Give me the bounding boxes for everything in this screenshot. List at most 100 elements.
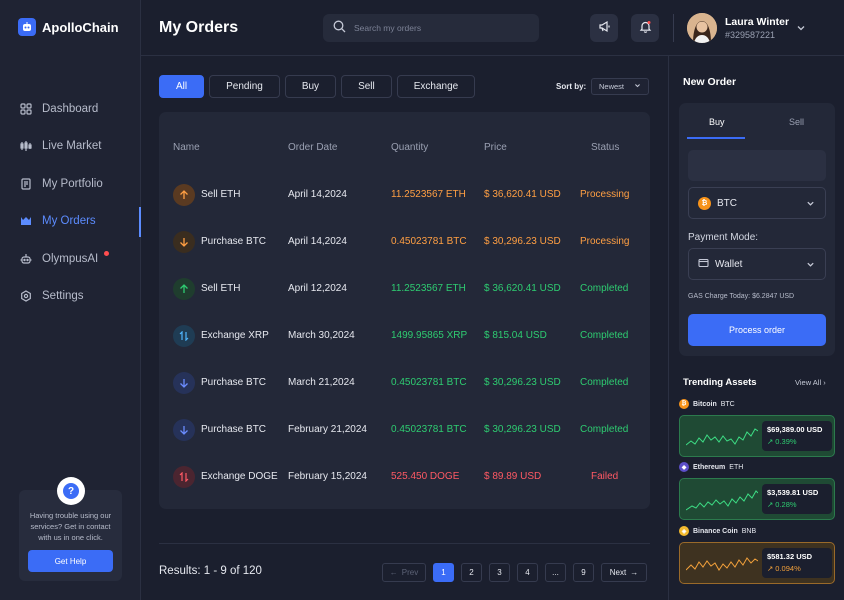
search-bar[interactable] [323,14,539,42]
app-name: ApolloChain [42,19,119,35]
page-button[interactable]: 2 [461,563,482,582]
next-page-button[interactable]: Next → [601,563,647,582]
process-order-button[interactable]: Process order [688,314,826,346]
order-status: Completed [580,424,629,435]
help-badge: ? [57,477,85,505]
arrow-down-icon [173,230,195,253]
sidebar-item-label: Settings [42,290,84,303]
column-header-date: Order Date [288,142,338,153]
filter-sell[interactable]: Sell [341,75,392,98]
prev-label: Prev [401,568,419,577]
asset-ticker: ETH [729,463,744,471]
order-date: April 12,2024 [288,283,347,294]
filter-pending[interactable]: Pending [209,75,280,98]
asset-card-bitcoin[interactable]: $69,389.00 USD ↗ 0.39% [679,415,835,457]
asset-ticker: BTC [720,400,735,408]
order-date: April 14,2024 [288,236,347,247]
view-all-link[interactable]: View All › [795,378,826,387]
order-name: Purchase BTC [201,377,267,388]
orders-main: All Pending Buy Sell Exchange Sort by: N… [141,56,668,600]
order-date: February 21,2024 [288,424,367,435]
payment-mode-select[interactable]: Wallet [688,248,826,280]
order-quantity: 0.45023781 BTC [391,424,467,435]
coin-select[interactable]: ₿ BTC [688,187,826,219]
table-row[interactable]: Purchase BTC April 14,2024 0.45023781 BT… [159,218,650,265]
sidebar-item-portfolio[interactable]: My Portfolio [0,165,141,203]
top-bar: My Orders Laura Winter #329587221 [141,0,844,56]
order-date: April 14,2024 [288,189,347,200]
sparkline [686,490,758,511]
robot-icon [20,253,32,265]
column-header-quantity: Quantity [391,142,429,153]
asset-change-value: 0.39% [775,437,797,446]
page-button[interactable]: 3 [489,563,510,582]
order-name: Purchase BTC [201,424,267,435]
orders-icon [20,215,32,227]
arrow-down-icon [173,418,195,441]
table-row[interactable]: Exchange DOGE February 15,2024 525.450 D… [159,453,650,500]
divider [159,543,650,544]
page-button[interactable]: 4 [517,563,538,582]
sidebar-item-label: Live Market [42,140,102,153]
order-name: Sell ETH [201,189,241,200]
filter-buy[interactable]: Buy [284,75,337,98]
pagination: ← Prev 1 2 3 4 ... 9 Next → [382,563,647,582]
table-row[interactable]: Sell ETH April 12,2024 11.2523567 ETH $ … [159,265,650,312]
chevron-down-icon[interactable] [796,23,806,36]
asset-name: Ethereum [693,463,726,471]
page-button[interactable]: 1 [433,563,454,582]
asset-price-box: $581.32 USD ↗ 0.094% [762,548,832,578]
order-quantity: 525.450 DOGE [391,471,460,482]
view-all-label: View All [795,378,822,387]
column-header-name: Name [173,142,200,153]
sidebar-item-dashboard[interactable]: Dashboard [0,90,141,128]
bell-icon [639,20,652,36]
sidebar-item-olympusai[interactable]: OlympusAI [0,240,141,278]
arrow-up-icon [173,277,195,300]
sidebar-item-live-market[interactable]: Live Market [0,128,141,166]
sidebar-item-my-orders[interactable]: My Orders [0,203,141,241]
ethereum-icon: ◆ [679,462,689,472]
order-price: $ 36,620.41 USD [484,283,561,294]
asset-label-binance: ◈ Binance Coin BNB [679,526,756,536]
order-status: Processing [580,189,630,200]
right-panel: New Order Buy Sell ₿ BTC Payment Mode: W… [668,56,844,600]
avatar[interactable] [687,13,717,43]
amount-input[interactable] [688,150,826,181]
sidebar-item-label: My Orders [42,215,96,228]
prev-page-button[interactable]: ← Prev [382,563,426,582]
dashboard-icon [20,103,32,115]
arrow-down-icon [173,371,195,394]
order-quantity: 1499.95865 XRP [391,330,468,341]
app-logo[interactable]: ApolloChain [18,18,119,36]
table-row[interactable]: Sell ETH April 14,2024 11.2523567 ETH $ … [159,171,650,218]
header-divider [673,14,674,42]
exchange-icon [173,465,195,488]
asset-price-box: $3,539.81 USD ↗ 0.28% [762,484,832,514]
announcement-button[interactable] [590,14,618,42]
sort-select[interactable]: Newest [591,78,649,95]
trend-up-icon: ↗ [767,500,774,509]
order-status: Completed [580,330,629,341]
help-text: Having trouble using our services? Get i… [29,511,112,542]
order-name: Purchase BTC [201,236,267,247]
search-input[interactable] [354,23,524,33]
table-row[interactable]: Exchange XRP March 30,2024 1499.95865 XR… [159,312,650,359]
page-button[interactable]: 9 [573,563,594,582]
user-name[interactable]: Laura Winter [725,16,789,28]
sidebar-item-settings[interactable]: Settings [0,278,141,316]
tab-buy[interactable]: Buy [709,117,725,127]
asset-change-value: 0.094% [775,564,801,573]
notifications-button[interactable] [631,14,659,42]
order-name-cell: Purchase BTC [173,218,266,265]
table-row[interactable]: Purchase BTC February 21,2024 0.45023781… [159,406,650,453]
tab-sell[interactable]: Sell [789,117,804,127]
get-help-button[interactable]: Get Help [28,550,113,572]
asset-card-binance[interactable]: $581.32 USD ↗ 0.094% [679,542,835,584]
table-row[interactable]: Purchase BTC March 21,2024 0.45023781 BT… [159,359,650,406]
filter-all[interactable]: All [159,75,205,98]
filter-exchange[interactable]: Exchange [396,75,476,98]
sidebar-nav: Dashboard Live Market My Portfolio My Or… [0,90,141,315]
asset-card-ethereum[interactable]: $3,539.81 USD ↗ 0.28% [679,478,835,520]
active-tab-indicator [687,137,745,139]
